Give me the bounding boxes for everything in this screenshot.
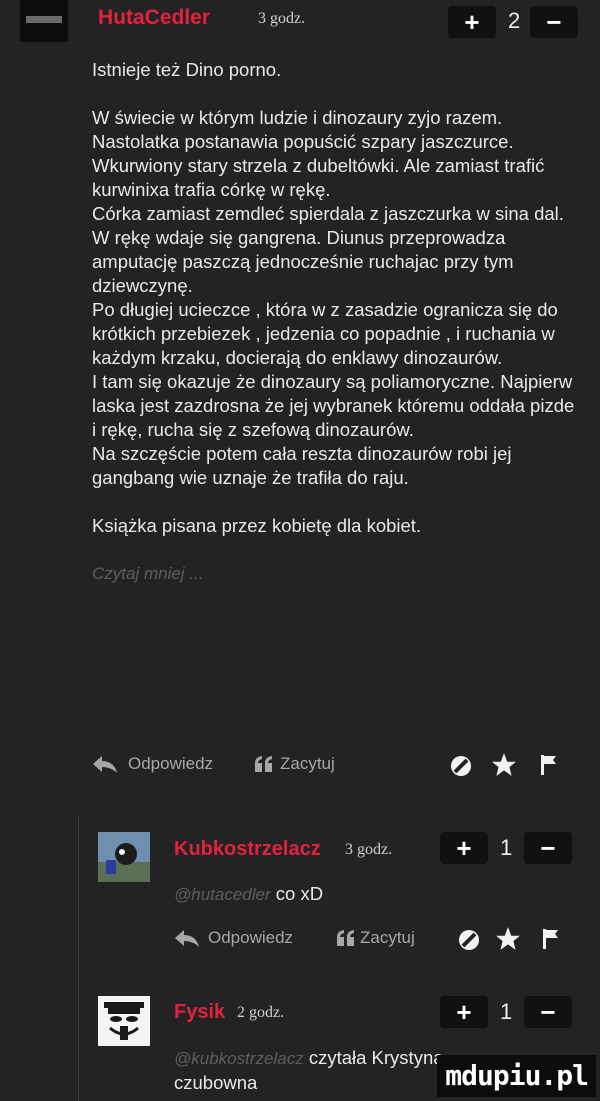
comment-actions: Odpowiedz Zacytuj	[92, 752, 582, 782]
quote-button[interactable]: Zacytuj	[280, 754, 335, 774]
mention-link[interactable]: @hutacedler	[174, 885, 271, 904]
vote-count: 1	[500, 999, 513, 1024]
read-less-link[interactable]: Czytaj mniej ...	[92, 562, 582, 586]
quote-button[interactable]: Zacytuj	[360, 928, 415, 948]
upvote-button[interactable]: +	[440, 996, 488, 1028]
flag-icon[interactable]	[542, 928, 560, 950]
quote-icon[interactable]	[336, 930, 356, 946]
watermark-logo: mdupiu.pl	[437, 1055, 596, 1097]
block-icon[interactable]	[456, 928, 482, 952]
avatar-fysik[interactable]	[98, 996, 150, 1046]
comment-text: co xD	[275, 883, 324, 904]
comment-paragraph: Na szczęście potem cała reszta dinozauró…	[92, 443, 512, 488]
avatar-kubkostrzelacz[interactable]	[98, 832, 150, 882]
vote-count: 2	[508, 8, 521, 33]
flag-icon[interactable]	[540, 754, 558, 776]
comment-author[interactable]: Fysik	[174, 1001, 225, 1024]
thread-line	[78, 815, 79, 1101]
upvote-button[interactable]: +	[448, 6, 496, 38]
block-icon[interactable]	[448, 754, 474, 778]
star-icon[interactable]	[490, 752, 518, 778]
mention-link[interactable]: @kubkostrzelacz	[174, 1049, 304, 1068]
comment-author[interactable]: Kubkostrzelacz	[174, 838, 321, 861]
downvote-button[interactable]: −	[530, 6, 578, 38]
comment-author[interactable]: HutaCedler	[98, 6, 210, 30]
comment-paragraph: I tam się okazuje że dinozaury są poliam…	[92, 371, 575, 440]
comment-paragraph: Po długiej ucieczce , która w z zasadzie…	[92, 299, 558, 368]
comment-time: 3 godz.	[258, 10, 306, 27]
downvote-button[interactable]: −	[524, 832, 572, 864]
reply-icon[interactable]	[174, 928, 200, 948]
star-icon[interactable]	[494, 926, 522, 952]
comment-paragraph: Córka zamiast zemdleć spierdala z jaszcz…	[92, 203, 564, 224]
reply-icon[interactable]	[92, 754, 118, 774]
avatar-hutacedler[interactable]	[20, 0, 68, 42]
downvote-button[interactable]: −	[524, 996, 572, 1028]
comment-paragraph: W świecie w którym ludzie i dinozaury zy…	[92, 107, 545, 200]
upvote-button[interactable]: +	[440, 832, 488, 864]
reply-button[interactable]: Odpowiedz	[128, 754, 213, 774]
comment-time: 3 godz.	[345, 841, 393, 858]
comment-paragraph: Książka pisana przez kobietę dla kobiet.	[92, 515, 422, 536]
comment-body: Istnieje też Dino porno. W świecie w któ…	[92, 58, 582, 586]
quote-icon[interactable]	[254, 756, 274, 772]
comment-body: @hutacedler co xD	[174, 882, 574, 907]
vote-count: 1	[500, 835, 513, 860]
reply-button[interactable]: Odpowiedz	[208, 928, 293, 948]
comment-time: 2 godz.	[237, 1004, 285, 1021]
comment-actions: Odpowiedz Zacytuj	[174, 926, 574, 956]
comment-paragraph: W rękę wdaje się gangrena. Diunus przepr…	[92, 227, 514, 296]
comment-paragraph: Istnieje też Dino porno.	[92, 59, 282, 80]
